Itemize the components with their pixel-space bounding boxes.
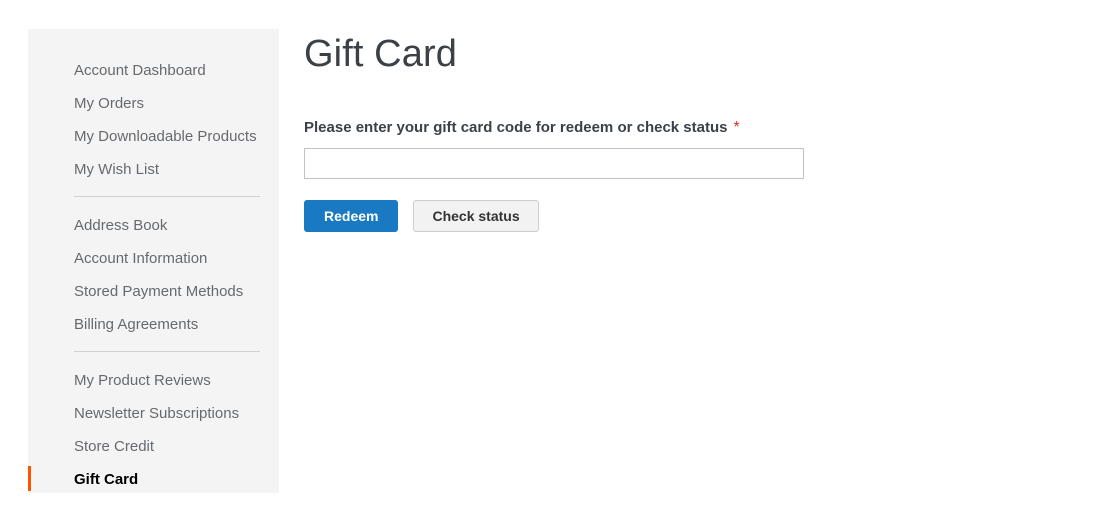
redeem-button[interactable]: Redeem: [304, 200, 399, 233]
sidebar-item-stored-payment-methods[interactable]: Stored Payment Methods: [28, 274, 279, 307]
account-gift-card-page: Account Dashboard My Orders My Downloada…: [0, 0, 1097, 513]
sidebar-item-my-wish-list[interactable]: My Wish List: [28, 152, 279, 185]
sidebar-item-my-orders[interactable]: My Orders: [28, 86, 279, 119]
sidebar-divider-2: [74, 351, 260, 352]
sidebar-item-label: Newsletter Subscriptions: [74, 404, 240, 422]
sidebar-item-billing-agreements[interactable]: Billing Agreements: [28, 307, 279, 340]
gift-card-code-label: Please enter your gift card code for red…: [304, 119, 1074, 137]
sidebar-item-label: My Orders: [74, 94, 145, 112]
main-content: Gift Card Please enter your gift card co…: [304, 29, 1074, 233]
sidebar-item-my-product-reviews[interactable]: My Product Reviews: [28, 363, 279, 396]
sidebar-item-label: Account Information: [74, 249, 208, 267]
sidebar-group-3: My Product Reviews Newsletter Subscripti…: [28, 363, 279, 495]
sidebar-item-address-book[interactable]: Address Book: [28, 208, 279, 241]
page-title: Gift Card: [304, 33, 457, 75]
gift-card-code-label-text: Please enter your gift card code for red…: [304, 119, 728, 136]
check-status-button[interactable]: Check status: [413, 200, 539, 233]
sidebar-item-label: My Wish List: [74, 160, 160, 178]
gift-card-form: Please enter your gift card code for red…: [304, 119, 1074, 233]
sidebar-item-label: Account Dashboard: [74, 61, 206, 79]
form-actions: Redeem Check status: [304, 200, 1074, 233]
sidebar-item-label: Gift Card: [74, 470, 139, 488]
sidebar-item-label: Store Credit: [74, 437, 155, 455]
sidebar-group-2: Address Book Account Information Stored …: [28, 208, 279, 340]
gift-card-code-input[interactable]: [304, 148, 804, 180]
sidebar-item-label: Billing Agreements: [74, 315, 199, 333]
sidebar-item-label: My Product Reviews: [74, 371, 211, 389]
sidebar-item-label: Address Book: [74, 216, 168, 234]
sidebar-item-account-dashboard[interactable]: Account Dashboard: [28, 53, 279, 86]
account-sidebar-nav: Account Dashboard My Orders My Downloada…: [28, 29, 279, 493]
sidebar-item-gift-card[interactable]: Gift Card: [28, 462, 279, 495]
sidebar-group-1: Account Dashboard My Orders My Downloada…: [28, 29, 279, 185]
sidebar-divider-1: [74, 196, 260, 197]
sidebar-item-my-downloadable-products[interactable]: My Downloadable Products: [28, 119, 279, 152]
required-asterisk: *: [733, 119, 740, 137]
sidebar-item-label: Stored Payment Methods: [74, 282, 244, 300]
sidebar-item-store-credit[interactable]: Store Credit: [28, 429, 279, 462]
sidebar-item-account-information[interactable]: Account Information: [28, 241, 279, 274]
sidebar-item-newsletter-subscriptions[interactable]: Newsletter Subscriptions: [28, 396, 279, 429]
sidebar-item-label: My Downloadable Products: [74, 127, 257, 145]
